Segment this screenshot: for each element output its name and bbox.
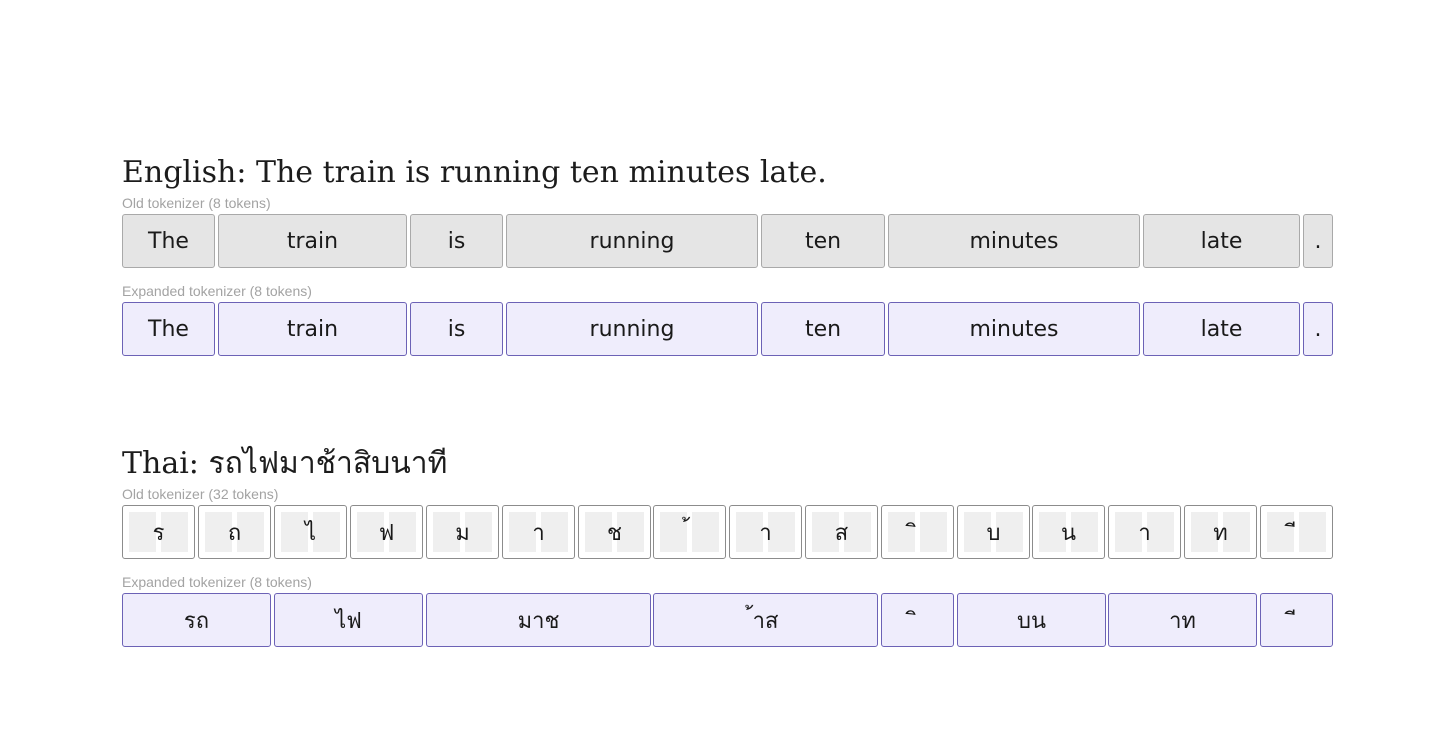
token: is <box>410 302 503 356</box>
byte-token: ช <box>578 505 651 559</box>
token: minutes <box>888 302 1140 356</box>
token: minutes <box>888 214 1140 268</box>
section-english: English: The train is running ten minute… <box>122 155 1333 356</box>
token-text: ถ <box>227 520 242 546</box>
section-title: English: The train is running ten minute… <box>122 155 827 190</box>
token: ี <box>1260 593 1333 647</box>
token: late <box>1143 214 1300 268</box>
token: ้าส <box>653 593 878 647</box>
byte-token: ิ <box>881 505 954 559</box>
byte-token: ฟ <box>350 505 423 559</box>
byte-token: า <box>1108 505 1181 559</box>
token: รถ <box>122 593 271 647</box>
token: ิ <box>881 593 954 647</box>
token-text: ท <box>1213 520 1228 546</box>
token: ten <box>761 302 885 356</box>
byte-cell <box>1299 512 1326 552</box>
old-tokenizer-label: Old tokenizer (32 tokens) <box>122 486 279 502</box>
token-text: ไ <box>304 520 317 546</box>
token-text: ร <box>152 520 165 546</box>
section-thai: Thai: รถไฟมาช้าสิบนาที Old tokenizer (32… <box>122 446 1333 647</box>
byte-cell <box>920 512 947 552</box>
byte-token: ้ <box>653 505 726 559</box>
byte-token: ไ <box>274 505 347 559</box>
byte-token: ร <box>122 505 195 559</box>
byte-cell <box>313 512 340 552</box>
token: . <box>1303 214 1333 268</box>
byte-token: ี <box>1260 505 1333 559</box>
expanded-tokenizer-label: Expanded tokenizer (8 tokens) <box>122 574 312 590</box>
byte-cell <box>541 512 568 552</box>
byte-cell <box>1267 512 1294 552</box>
byte-cell <box>281 512 308 552</box>
old-token-row: The train is running ten minutes late . <box>122 214 1333 268</box>
byte-cell <box>692 512 719 552</box>
token-text: ม <box>455 520 470 546</box>
token: . <box>1303 302 1333 356</box>
token-text: ช <box>607 520 622 546</box>
old-token-row: ร ถ ไ ฟ ม า ช ้ า ส ิ บ น า ท ี <box>122 505 1333 559</box>
byte-token: ส <box>805 505 878 559</box>
token: late <box>1143 302 1300 356</box>
token-text: น <box>1060 520 1077 546</box>
token-text: ฟ <box>378 520 395 546</box>
token: The <box>122 302 215 356</box>
token: ไฟ <box>274 593 423 647</box>
byte-cell <box>768 512 795 552</box>
token: train <box>218 214 407 268</box>
old-tokenizer-label: Old tokenizer (8 tokens) <box>122 195 271 211</box>
token-text: า <box>759 520 772 546</box>
expanded-tokenizer-label: Expanded tokenizer (8 tokens) <box>122 283 312 299</box>
byte-token: ถ <box>198 505 271 559</box>
token: าท <box>1108 593 1257 647</box>
byte-cell <box>888 512 915 552</box>
token: ten <box>761 214 885 268</box>
token: บน <box>957 593 1106 647</box>
expanded-token-row: รถ ไฟ มาช ้าส ิ บน าท ี <box>122 593 1333 647</box>
byte-token: น <box>1032 505 1105 559</box>
byte-cell <box>1147 512 1174 552</box>
token: The <box>122 214 215 268</box>
token: มาช <box>426 593 651 647</box>
token: train <box>218 302 407 356</box>
byte-cell <box>161 512 188 552</box>
token-text: ส <box>834 520 849 546</box>
byte-token: ม <box>426 505 499 559</box>
token: is <box>410 214 503 268</box>
token-text: บ <box>986 520 1001 546</box>
byte-token: า <box>729 505 802 559</box>
token-text: า <box>1138 520 1151 546</box>
byte-cell <box>660 512 687 552</box>
token-text: า <box>532 520 545 546</box>
byte-token: ท <box>1184 505 1257 559</box>
token: running <box>506 214 758 268</box>
section-title: Thai: รถไฟมาช้าสิบนาที <box>122 446 448 481</box>
byte-token: บ <box>957 505 1030 559</box>
expanded-token-row: The train is running ten minutes late . <box>122 302 1333 356</box>
token: running <box>506 302 758 356</box>
byte-token: า <box>502 505 575 559</box>
